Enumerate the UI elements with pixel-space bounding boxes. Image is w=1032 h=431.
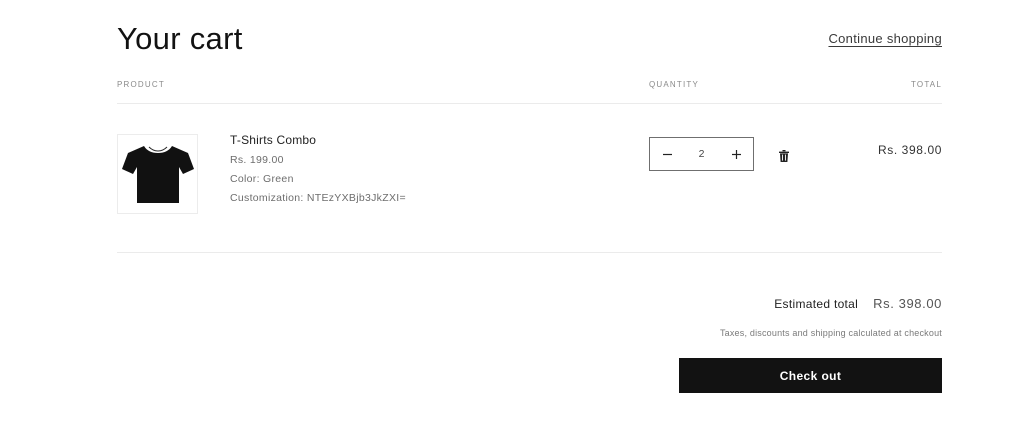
product-price: Rs. 199.00 [230,154,284,166]
trash-icon [779,150,789,162]
continue-shopping-link[interactable]: Continue shopping [828,31,942,46]
estimated-total: Estimated total Rs. 398.00 [774,296,942,311]
checkout-button[interactable]: Check out [679,358,942,393]
column-header-product: PRODUCT [117,80,165,89]
plus-icon [731,149,741,159]
product-color: Color: Green [230,173,294,185]
estimated-total-label: Estimated total [774,297,859,311]
divider [117,252,942,253]
minus-icon [662,153,672,155]
remove-item-button[interactable] [777,148,791,164]
column-header-total: TOTAL [910,80,942,89]
tshirt-image [121,146,194,203]
estimated-total-value: Rs. 398.00 [873,296,942,311]
product-customization: Customization: NTEzYXBjb3JkZXI= [230,192,406,204]
tax-note: Taxes, discounts and shipping calculated… [719,328,942,338]
quantity-input[interactable] [686,148,717,160]
column-header-quantity: QUANTITY [649,80,700,89]
quantity-stepper [649,137,754,171]
divider [117,103,942,104]
line-total: Rs. 398.00 [877,143,942,157]
decrease-quantity-button[interactable] [650,138,684,170]
page-title: Your cart [117,21,243,56]
product-thumbnail[interactable] [117,134,198,214]
increase-quantity-button[interactable] [719,138,753,170]
product-name[interactable]: T-Shirts Combo [230,133,406,147]
product-details: T-Shirts Combo Rs. 199.00 Color: Green C… [230,133,406,211]
